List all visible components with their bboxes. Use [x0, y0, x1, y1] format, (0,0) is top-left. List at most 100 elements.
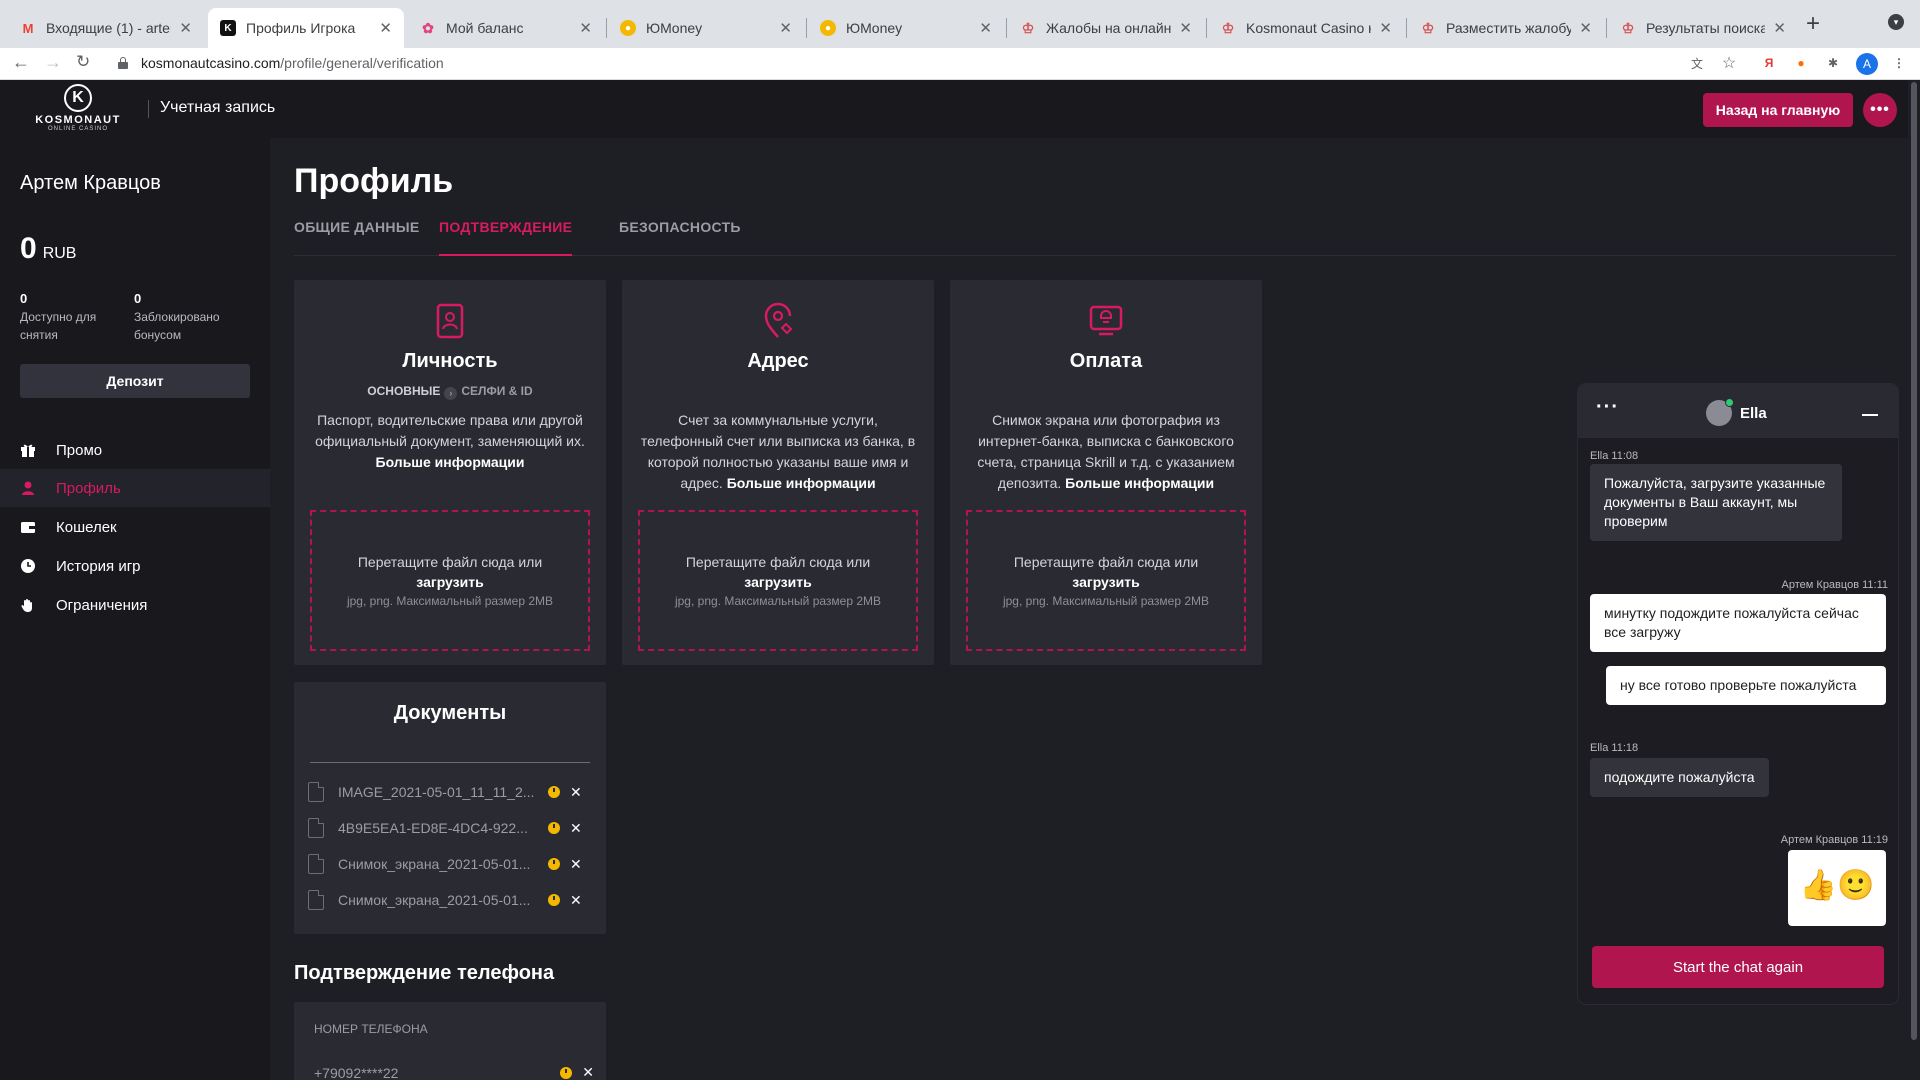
- upload-link[interactable]: загрузить: [312, 574, 588, 590]
- browser-menu-icon[interactable]: ⋮: [1890, 54, 1908, 72]
- logo-k-icon: K: [64, 84, 92, 112]
- remove-file-icon[interactable]: ✕: [570, 820, 582, 837]
- minimize-chat-icon[interactable]: [1862, 414, 1878, 416]
- site-header: K KOSMONAUT ONLINE CASINO Учетная запись…: [0, 80, 1920, 138]
- browser-tab[interactable]: ● ЮMoney ✕: [608, 8, 804, 48]
- payment-more-info-link[interactable]: Больше информации: [1065, 475, 1214, 491]
- chat-message-agent: подождите пожалуйста: [1590, 758, 1769, 797]
- browser-tab[interactable]: ♔ Жалобы на онлайн каз ✕: [1008, 8, 1204, 48]
- pending-clock-icon: [548, 858, 560, 870]
- id-card-icon: [436, 303, 464, 339]
- fire-extension-icon[interactable]: ●: [1792, 54, 1810, 72]
- address-dropzone[interactable]: Перетащите файл сюда или загрузить jpg, …: [638, 510, 918, 651]
- browser-tab[interactable]: ✿ Мой баланс ✕: [408, 8, 604, 48]
- header-divider: [148, 100, 149, 118]
- address-description: Счет за коммунальные услуги, телефонный …: [640, 412, 916, 491]
- tab-search-icon[interactable]: ▾: [1888, 14, 1904, 30]
- close-tab-icon[interactable]: ✕: [379, 19, 392, 37]
- upload-link[interactable]: загрузить: [640, 574, 916, 590]
- scrollbar-thumb[interactable]: [1911, 82, 1917, 1040]
- deposit-button[interactable]: Депозит: [20, 364, 250, 398]
- browser-tab[interactable]: ♔ Разместить жалобу на ✕: [1408, 8, 1604, 48]
- phone-label: НОМЕР ТЕЛЕФОНА: [314, 1022, 428, 1036]
- address-more-info-link[interactable]: Больше информации: [727, 475, 876, 491]
- more-menu-button[interactable]: •••: [1863, 93, 1897, 127]
- sidebar-item-wallet[interactable]: Кошелек: [0, 508, 270, 546]
- upload-link[interactable]: загрузить: [968, 574, 1244, 590]
- tab-security[interactable]: БЕЗОПАСНОСТЬ: [619, 218, 741, 256]
- phone-section-title: Подтверждение телефона: [294, 962, 555, 984]
- close-tab-icon[interactable]: ✕: [579, 19, 592, 37]
- remove-file-icon[interactable]: ✕: [570, 856, 582, 873]
- pending-clock-icon: [560, 1066, 573, 1079]
- back-to-home-button[interactable]: Назад на главную: [1703, 93, 1853, 127]
- kosmonaut-logo[interactable]: K KOSMONAUT ONLINE CASINO: [28, 84, 128, 136]
- remove-file-icon[interactable]: ✕: [570, 784, 582, 801]
- document-row: Снимок_экрана_2021-05-01... ✕: [308, 890, 594, 910]
- payment-dropzone[interactable]: Перетащите файл сюда или загрузить jpg, …: [966, 510, 1246, 651]
- yumoney-icon: ●: [820, 20, 836, 36]
- tab-separator: [806, 18, 807, 38]
- browser-tab[interactable]: ♔ Kosmonaut Casino не в ✕: [1208, 8, 1404, 48]
- address-bar[interactable]: kosmonautcasino.com/profile/general/veri…: [141, 55, 444, 71]
- identity-description: Паспорт, водительские права или другой о…: [315, 412, 585, 470]
- browser-tab[interactable]: ● ЮMoney ✕: [808, 8, 1004, 48]
- chat-message-user: ну все готово проверьте пожалуйста: [1606, 666, 1886, 705]
- chat-message-meta: Артем Кравцов 11:11: [1781, 579, 1888, 591]
- user-icon: [20, 480, 36, 496]
- step-arrow-icon: ›: [444, 387, 458, 400]
- sidebar-item-profile[interactable]: Профиль: [0, 469, 270, 507]
- sidebar-item-promo[interactable]: Промо: [0, 431, 270, 469]
- close-tab-icon[interactable]: ✕: [1379, 19, 1392, 37]
- pending-clock-icon: [548, 894, 560, 906]
- user-name: Артем Кравцов: [20, 172, 161, 194]
- bookmark-star-icon[interactable]: ☆: [1720, 54, 1738, 72]
- identity-dropzone[interactable]: Перетащите файл сюда или загрузить jpg, …: [310, 510, 590, 651]
- remove-file-icon[interactable]: ✕: [570, 892, 582, 909]
- puzzle-extensions-icon[interactable]: ✱: [1824, 54, 1842, 72]
- reload-icon[interactable]: ↻: [76, 52, 90, 72]
- close-tab-icon[interactable]: ✕: [1179, 19, 1192, 37]
- clock-icon: [20, 558, 36, 574]
- phone-row: +79092****22 ✕: [314, 1064, 594, 1080]
- close-tab-icon[interactable]: ✕: [979, 19, 992, 37]
- remove-phone-icon[interactable]: ✕: [582, 1064, 594, 1080]
- identity-steps: ОСНОВНЫЕ › СЕЛФИ & ID: [367, 384, 533, 400]
- close-tab-icon[interactable]: ✕: [779, 19, 792, 37]
- browser-tab[interactable]: M Входящие (1) - artemkr ✕: [8, 8, 204, 48]
- page-title: Профиль: [294, 162, 454, 200]
- document-row: 4B9E5EA1-ED8E-4DC4-922... ✕: [308, 818, 594, 838]
- back-arrow-icon[interactable]: ←: [12, 52, 30, 73]
- restart-chat-button[interactable]: Start the chat again: [1592, 946, 1884, 988]
- close-tab-icon[interactable]: ✕: [1579, 19, 1592, 37]
- file-icon: [308, 818, 324, 838]
- identity-more-info-link[interactable]: Больше информации: [376, 454, 525, 470]
- forward-arrow-icon[interactable]: →: [44, 52, 62, 73]
- chat-message-agent: Пожалуйста, загрузите указанные документ…: [1590, 464, 1842, 541]
- payment-card: Оплата Снимок экрана или фотография из и…: [950, 280, 1262, 665]
- file-icon: [308, 854, 324, 874]
- new-tab-button[interactable]: +: [1806, 10, 1820, 38]
- tab-general[interactable]: ОБЩИЕ ДАННЫЕ: [294, 218, 419, 256]
- blocked-stat: 0 Заблокировано бонусом: [134, 291, 220, 342]
- balance: 0 RUB: [20, 232, 77, 265]
- chat-options-icon[interactable]: ···: [1596, 396, 1619, 419]
- wallet-icon: [20, 519, 36, 535]
- address-title: Адрес: [747, 350, 809, 372]
- sidebar-item-game-history[interactable]: История игр: [0, 547, 270, 585]
- sidebar-item-limits[interactable]: Ограничения: [0, 586, 270, 624]
- browser-tab-active[interactable]: K Профиль Игрока ✕: [208, 8, 404, 48]
- profile-avatar-icon[interactable]: A: [1856, 53, 1878, 75]
- translate-icon[interactable]: 文: [1688, 54, 1706, 72]
- profile-tabs: ОБЩИЕ ДАННЫЕ ПОДТВЕРЖДЕНИЕ БЕЗОПАСНОСТЬ: [294, 218, 1896, 256]
- browser-tab[interactable]: ♔ Результаты поиска по ✕: [1608, 8, 1798, 48]
- kosmonaut-icon: K: [220, 20, 236, 36]
- tab-separator: [1206, 18, 1207, 38]
- complaint-icon: ♔: [1221, 19, 1235, 36]
- page-scrollbar[interactable]: [1908, 80, 1920, 1080]
- yandex-extension-icon[interactable]: Я: [1760, 54, 1778, 72]
- tab-separator: [1606, 18, 1607, 38]
- tab-verification[interactable]: ПОДТВЕРЖДЕНИЕ: [439, 218, 573, 256]
- close-tab-icon[interactable]: ✕: [1773, 19, 1786, 37]
- close-tab-icon[interactable]: ✕: [179, 19, 192, 37]
